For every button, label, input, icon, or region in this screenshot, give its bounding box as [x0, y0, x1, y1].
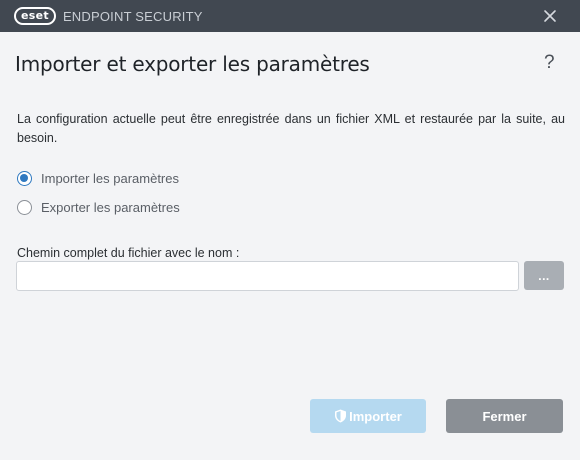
- eset-logo: eset ENDPOINT SECURITY: [14, 7, 203, 25]
- shield-icon: [335, 409, 347, 423]
- browse-button[interactable]: ...: [524, 261, 564, 290]
- help-button[interactable]: ?: [544, 52, 555, 74]
- dialog-title: Importer et exporter les paramètres: [15, 52, 370, 76]
- import-button[interactable]: Importer: [310, 399, 426, 433]
- radio-button-unchecked[interactable]: [17, 200, 32, 215]
- radio-button-checked[interactable]: [17, 171, 32, 186]
- path-field-label: Chemin complet du fichier avec le nom :: [17, 246, 240, 260]
- radio-label-export: Exporter les paramètres: [41, 200, 180, 215]
- dialog-description: La configuration actuelle peut être enre…: [17, 112, 565, 145]
- close-icon: [544, 10, 556, 22]
- logo-badge: eset: [14, 7, 56, 25]
- radio-import-settings[interactable]: Importer les paramètres: [17, 171, 179, 186]
- close-button[interactable]: Fermer: [446, 399, 563, 433]
- window-titlebar: eset ENDPOINT SECURITY: [0, 0, 580, 32]
- product-name: ENDPOINT SECURITY: [62, 8, 203, 24]
- radio-label-import: Importer les paramètres: [41, 171, 179, 186]
- file-path-input[interactable]: [16, 261, 519, 291]
- window-close-button[interactable]: [542, 8, 558, 24]
- import-button-label: Importer: [349, 408, 402, 424]
- radio-export-settings[interactable]: Exporter les paramètres: [17, 200, 180, 215]
